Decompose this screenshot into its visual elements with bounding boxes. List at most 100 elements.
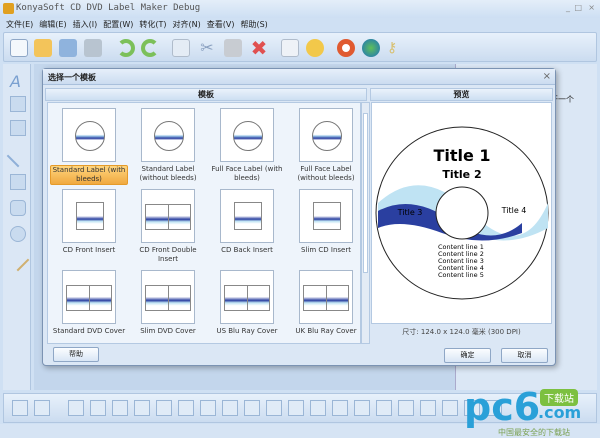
properties-icon[interactable]	[281, 39, 299, 57]
template-label: CD Front Double Insert	[139, 246, 197, 263]
maximize-button[interactable]: □	[574, 3, 582, 12]
template-item[interactable]: CD Front Double Insert	[127, 186, 207, 266]
template-grid: Standard Label (with bleeds) Standard Lab…	[47, 102, 361, 344]
layout-tool-icon[interactable]	[112, 400, 128, 416]
line-tool-icon[interactable]	[6, 144, 30, 168]
layout-tool-icon[interactable]	[156, 400, 172, 416]
template-item[interactable]: Standard Label (with bleeds)	[48, 105, 128, 185]
open-folder-icon[interactable]	[34, 39, 52, 57]
layout-tool-icon[interactable]	[442, 400, 458, 416]
menu-align[interactable]: 对齐(N)	[173, 20, 201, 29]
layout-tool-icon[interactable]	[68, 400, 84, 416]
ellipse-tool-icon[interactable]	[10, 226, 26, 242]
template-thumbnail	[299, 108, 353, 162]
layout-tool-icon[interactable]	[288, 400, 304, 416]
layout-tool-icon[interactable]	[420, 400, 436, 416]
template-thumbnail	[220, 270, 274, 324]
settings-gear-icon[interactable]	[306, 39, 324, 57]
template-item[interactable]: Standard DVD Cover	[48, 267, 128, 347]
select-template-dialog: 选择一个模板 × 模板 预览 Standard Label (with blee…	[42, 68, 556, 366]
layout-tool-icon[interactable]	[310, 400, 326, 416]
template-label: Slim CD Insert	[301, 246, 351, 254]
help-lifebuoy-icon[interactable]	[337, 39, 355, 57]
template-item[interactable]: CD Back Insert	[206, 186, 286, 266]
layout-tool-icon[interactable]	[90, 400, 106, 416]
disc-hole	[435, 186, 489, 240]
template-thumbnail	[299, 189, 353, 243]
layout-tool-icon[interactable]	[222, 400, 238, 416]
print-icon[interactable]	[84, 39, 102, 57]
layout-tool-icon[interactable]	[376, 400, 392, 416]
template-item[interactable]: Slim DVD Cover	[127, 267, 207, 347]
preview-content-lines: Content line 1Content line 2Content line…	[438, 243, 484, 279]
copy-icon[interactable]	[172, 39, 190, 57]
layout-tool-icon[interactable]	[12, 400, 28, 416]
template-thumbnail	[141, 189, 195, 243]
layout-tool-icon[interactable]	[200, 400, 216, 416]
template-item[interactable]: CD Front Insert	[48, 186, 128, 266]
layout-tool-icon[interactable]	[134, 400, 150, 416]
template-item[interactable]: Full Face Label (with bleeds)	[206, 105, 286, 185]
template-label: Standard DVD Cover	[52, 327, 126, 335]
preview-title-3: Title 3	[397, 208, 423, 217]
rounded-rect-tool-icon[interactable]	[10, 200, 26, 216]
save-icon[interactable]	[59, 39, 77, 57]
layout-tool-icon[interactable]	[244, 400, 260, 416]
menu-edit[interactable]: 编辑(E)	[39, 20, 66, 29]
template-label: CD Front Insert	[62, 246, 116, 254]
paste-icon[interactable]	[224, 39, 242, 57]
template-label: US Blu Ray Cover	[216, 327, 278, 335]
layout-tool-icon[interactable]	[178, 400, 194, 416]
undo-icon[interactable]	[117, 39, 135, 57]
text-tool-icon[interactable]: A	[10, 72, 26, 91]
layout-tool-icon[interactable]	[266, 400, 282, 416]
image-group-icon[interactable]	[10, 120, 26, 136]
template-item[interactable]: US Blu Ray Cover	[206, 267, 286, 347]
ok-button[interactable]: 确定	[444, 348, 491, 363]
key-icon[interactable]: ⚷	[387, 39, 405, 57]
minimize-button[interactable]: _	[566, 3, 570, 12]
rectangle-tool-icon[interactable]	[10, 174, 26, 190]
redo-icon[interactable]	[141, 39, 159, 57]
template-item[interactable]: Slim CD Insert	[285, 186, 365, 266]
app-icon	[3, 3, 14, 14]
cancel-button[interactable]: 取消	[501, 348, 548, 363]
disc-preview: Title 1 Title 2 Title 3 Title 4 Content …	[375, 126, 549, 300]
new-icon[interactable]	[10, 39, 28, 57]
template-thumbnail	[62, 108, 116, 162]
template-item[interactable]: Full Face Label (without bleeds)	[285, 105, 365, 185]
app-title: KonyaSoft CD DVD Label Maker Debug	[16, 3, 201, 13]
close-button[interactable]: ×	[588, 3, 595, 12]
template-label: Full Face Label (without bleeds)	[297, 165, 355, 182]
templates-header: 模板	[45, 88, 367, 101]
layout-tool-icon[interactable]	[332, 400, 348, 416]
dialog-title-bar: 选择一个模板 ×	[43, 69, 555, 85]
delete-icon[interactable]: ✖	[250, 38, 268, 58]
size-info: 尺寸: 124.0 x 124.0 毫米 (300 DPI)	[402, 328, 521, 336]
web-globe-icon[interactable]	[362, 39, 380, 57]
template-item[interactable]: UK Blu Ray Cover	[285, 267, 365, 347]
layout-tool-icon[interactable]	[34, 400, 50, 416]
layout-tool-icon[interactable]	[398, 400, 414, 416]
menu-config[interactable]: 配置(W)	[103, 20, 133, 29]
scrollbar-thumb[interactable]	[363, 113, 368, 273]
preview-content-line: Content line 5	[438, 271, 484, 279]
menu-insert[interactable]: 插入(I)	[73, 20, 98, 29]
image-tool-icon[interactable]	[10, 96, 26, 112]
help-button[interactable]: 帮助	[53, 347, 99, 362]
template-item[interactable]: Standard Label (without bleeds)	[127, 105, 207, 185]
menu-file[interactable]: 文件(E)	[6, 20, 33, 29]
template-thumbnail	[220, 108, 274, 162]
pencil-tool-icon[interactable]	[6, 248, 30, 272]
menu-convert[interactable]: 转化(T)	[139, 20, 166, 29]
menu-view[interactable]: 查看(V)	[207, 20, 235, 29]
preview-pane: Title 1 Title 2 Title 3 Title 4 Content …	[371, 102, 552, 324]
menu-help[interactable]: 帮助(S)	[240, 20, 267, 29]
template-scrollbar[interactable]	[361, 102, 370, 344]
dialog-close-button[interactable]: ×	[543, 71, 551, 82]
cut-icon[interactable]: ✂	[198, 39, 216, 57]
template-thumbnail	[62, 189, 116, 243]
template-thumbnail	[141, 108, 195, 162]
layout-tool-icon[interactable]	[354, 400, 370, 416]
template-label: Standard Label (with bleeds)	[50, 165, 128, 185]
